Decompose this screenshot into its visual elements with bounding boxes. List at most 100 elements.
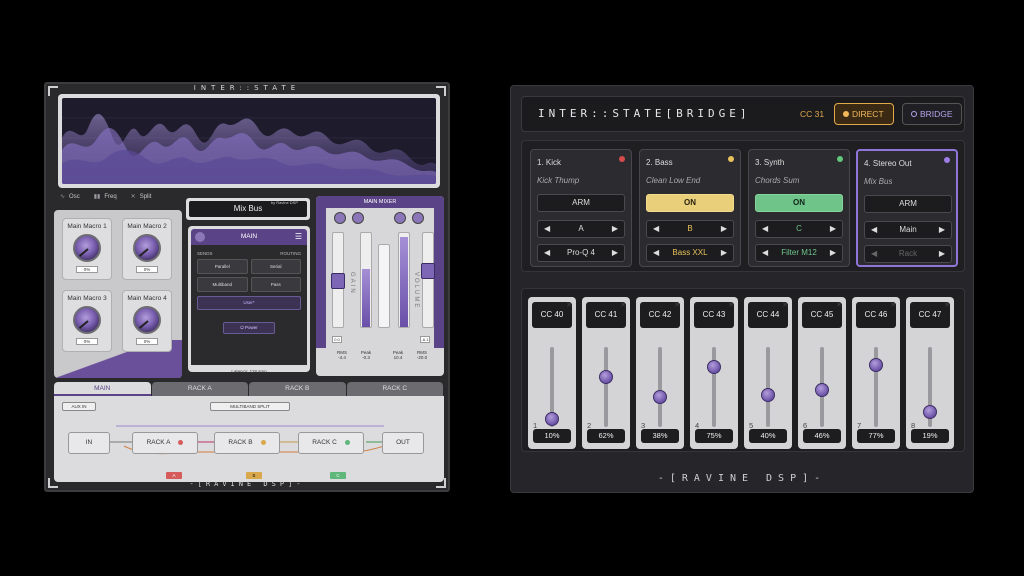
node-rack-a[interactable]: RACK A: [132, 432, 198, 454]
close-icon[interactable]: ✕: [944, 301, 950, 309]
serial-button[interactable]: Serial: [250, 259, 301, 274]
gain-trim-knob[interactable]: [334, 212, 346, 224]
macro-3[interactable]: Main Macro 3 0%: [62, 290, 112, 352]
track-card[interactable]: 1. Kick Kick Thump ARM ◀ A ▶ ◀ Pro-Q 4 ▶: [530, 149, 632, 267]
macro-2[interactable]: Main Macro 2 0%: [122, 218, 172, 280]
on-button[interactable]: ON: [646, 194, 734, 212]
macro-knob[interactable]: [133, 234, 161, 262]
pass-button[interactable]: Pass: [250, 277, 301, 292]
rack-b-swatch[interactable]: B: [246, 472, 262, 479]
close-icon[interactable]: ✕: [620, 301, 626, 309]
plugin-selector[interactable]: ◀ Rack ▶: [864, 245, 952, 263]
rack-a-swatch[interactable]: A: [166, 472, 182, 479]
track-card[interactable]: 2. Bass Clean Low End ON ◀ B ▶ ◀ Bass XXL ▶: [639, 149, 741, 267]
node-out[interactable]: OUT: [382, 432, 424, 454]
slider-thumb[interactable]: [869, 358, 883, 373]
arrow-right-icon[interactable]: ▶: [830, 221, 836, 237]
arrow-left-icon[interactable]: ◀: [653, 245, 659, 261]
close-icon[interactable]: ✕: [566, 301, 572, 309]
track-card[interactable]: 3. Synth Chords Sum ON ◀ C ▶ ◀ Filter M12 ▶: [748, 149, 850, 267]
aux-in-tag[interactable]: AUX IN: [62, 402, 96, 411]
volume-fader[interactable]: [421, 232, 435, 328]
cc-slider[interactable]: CC 44 ✕ 5 40%: [744, 297, 792, 449]
slider-thumb[interactable]: [653, 389, 667, 404]
rack-selector[interactable]: ◀ B ▶: [646, 220, 734, 238]
menu-icon[interactable]: ☰: [295, 229, 302, 245]
close-icon[interactable]: ✕: [890, 301, 896, 309]
arrow-right-icon[interactable]: ▶: [612, 245, 618, 261]
fader-cap[interactable]: [331, 273, 345, 289]
slider-thumb[interactable]: [923, 404, 937, 419]
arrow-left-icon[interactable]: ◀: [653, 221, 659, 237]
plugin-selector[interactable]: ◀ Pro-Q 4 ▶: [537, 244, 625, 262]
macro-knob[interactable]: [133, 306, 161, 334]
parallel-button[interactable]: Parallel: [197, 259, 248, 274]
tab-rack-c[interactable]: RACK C: [346, 382, 443, 396]
on-button[interactable]: ON: [755, 194, 843, 212]
arrow-left-icon[interactable]: ◀: [544, 221, 550, 237]
view-option-osc[interactable]: ∿ Osc: [60, 193, 80, 200]
slider-thumb[interactable]: [599, 370, 613, 385]
arm-button[interactable]: ARM: [537, 194, 625, 212]
cc-slider[interactable]: CC 41 ✕ 2 62%: [582, 297, 630, 449]
cc-slider[interactable]: CC 46 ✕ 7 77%: [852, 297, 900, 449]
rack-selector[interactable]: ◀ C ▶: [755, 220, 843, 238]
track-card-selected[interactable]: 4. Stereo Out Mix Bus ARM ◀ Main ▶ ◀ Rack ▶: [856, 149, 958, 267]
arrow-right-icon[interactable]: ▶: [830, 245, 836, 261]
arrow-right-icon[interactable]: ▶: [612, 221, 618, 237]
arrow-right-icon[interactable]: ▶: [721, 245, 727, 261]
cc-slider[interactable]: CC 47 ✕ 8 19%: [906, 297, 954, 449]
volume-trim-knob[interactable]: [412, 212, 424, 224]
cc-slider[interactable]: CC 43 ✕ 4 75%: [690, 297, 738, 449]
node-in[interactable]: IN: [68, 432, 110, 454]
node-rack-c[interactable]: RACK C: [298, 432, 364, 454]
slider-thumb[interactable]: [761, 388, 775, 402]
rack-selector[interactable]: ◀ A ▶: [537, 220, 625, 238]
arrow-right-icon[interactable]: ▶: [939, 222, 945, 238]
plugin-selector[interactable]: ◀ Bass XXL ▶: [646, 244, 734, 262]
close-icon[interactable]: ✕: [836, 301, 842, 309]
cc-slider[interactable]: CC 42 ✕ 3 38%: [636, 297, 684, 449]
view-option-split[interactable]: ✕ Split: [131, 193, 152, 200]
volume-value[interactable]: -6.1: [420, 336, 430, 343]
spectrum-analyzer[interactable]: [58, 94, 440, 188]
power-button[interactable]: ⏻ Power: [223, 322, 275, 334]
slider-thumb[interactable]: [707, 360, 721, 374]
slider-track[interactable]: [604, 347, 608, 427]
volume-trim-knob[interactable]: [394, 212, 406, 224]
rack-c-swatch[interactable]: C: [330, 472, 346, 479]
view-option-freq[interactable]: ▮▮ Freq: [94, 193, 117, 200]
arrow-left-icon[interactable]: ◀: [762, 221, 768, 237]
cc-slider[interactable]: CC 40 ✕ 1 10%: [528, 297, 576, 449]
tab-main[interactable]: MAIN: [54, 382, 151, 396]
slider-thumb[interactable]: [815, 383, 829, 398]
arrow-right-icon[interactable]: ▶: [721, 221, 727, 237]
macro-4[interactable]: Main Macro 4 0%: [122, 290, 172, 352]
slider-track[interactable]: [766, 347, 770, 427]
tab-rack-b[interactable]: RACK B: [249, 382, 346, 396]
multiband-button[interactable]: Multiband: [197, 277, 248, 292]
slider-thumb[interactable]: [545, 412, 559, 426]
gain-value[interactable]: 0.0: [332, 336, 342, 343]
rack-selector[interactable]: ◀ Main ▶: [864, 221, 952, 239]
arrow-left-icon[interactable]: ◀: [871, 222, 877, 238]
cc-slider[interactable]: CC 45 ✕ 6 46%: [798, 297, 846, 449]
macro-knob[interactable]: [73, 234, 101, 262]
plugin-selector[interactable]: ◀ Filter M12 ▶: [755, 244, 843, 262]
gain-trim-knob[interactable]: [352, 212, 364, 224]
fader-cap[interactable]: [421, 263, 435, 279]
bridge-mode-button[interactable]: BRIDGE: [902, 103, 962, 125]
close-icon[interactable]: ✕: [782, 301, 788, 309]
multiband-split-tag[interactable]: MULTIBAND SPLIT: [210, 402, 290, 411]
node-rack-b[interactable]: RACK B: [214, 432, 280, 454]
arrow-left-icon[interactable]: ◀: [762, 245, 768, 261]
tab-rack-a[interactable]: RACK A: [151, 382, 248, 396]
slider-track[interactable]: [658, 347, 662, 427]
arrow-left-icon[interactable]: ◀: [871, 246, 877, 262]
close-icon[interactable]: ✕: [728, 301, 734, 309]
slider-track[interactable]: [712, 347, 716, 427]
macro-1[interactable]: Main Macro 1 0%: [62, 218, 112, 280]
close-icon[interactable]: ✕: [674, 301, 680, 309]
gain-fader[interactable]: [331, 232, 345, 328]
macro-knob[interactable]: [73, 306, 101, 334]
